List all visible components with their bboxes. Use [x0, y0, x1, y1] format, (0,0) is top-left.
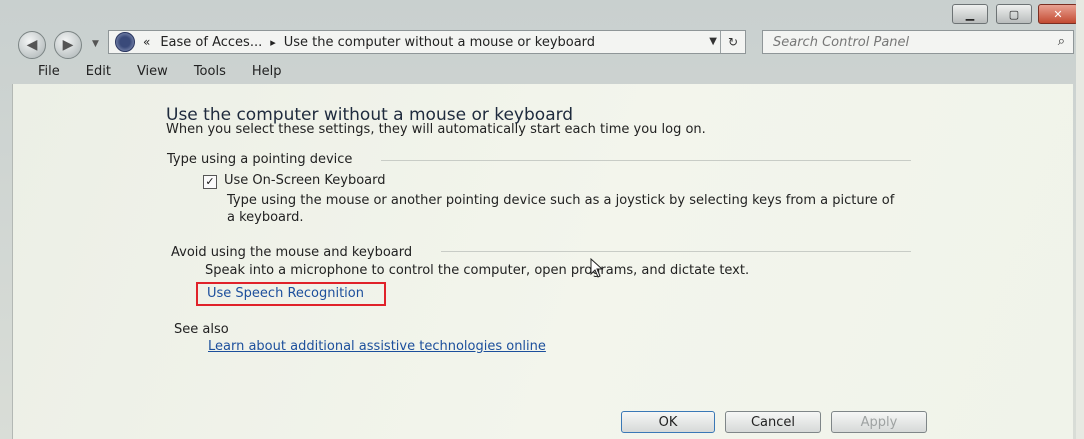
breadcrumb-current[interactable]: Use the computer without a mouse or keyb… — [284, 35, 595, 50]
breadcrumb-ease-of-access[interactable]: Ease of Acces... — [160, 35, 262, 50]
section-divider — [381, 160, 911, 161]
breadcrumb-overflow[interactable]: « — [143, 35, 150, 49]
pointing-device-description-line2: a keyboard. — [227, 210, 304, 225]
recent-pages-dropdown-icon[interactable]: ▼ — [92, 39, 99, 49]
address-dropdown-icon[interactable]: ▼ — [709, 36, 717, 47]
on-screen-keyboard-label[interactable]: Use On-Screen Keyboard — [224, 173, 386, 188]
forward-arrow-icon: ▶ — [62, 37, 74, 53]
breadcrumb-separator-icon[interactable]: ▸ — [270, 36, 276, 49]
ok-button[interactable]: OK — [621, 411, 715, 433]
search-input[interactable]: Search Control Panel ⌕ — [762, 30, 1074, 54]
window-edge — [1076, 0, 1084, 439]
close-icon: ✕ — [1053, 7, 1063, 21]
pointing-device-description-line1: Type using the mouse or another pointing… — [227, 193, 895, 208]
apply-button[interactable]: Apply — [831, 411, 927, 433]
minimize-button[interactable]: ▁ — [952, 4, 988, 24]
search-icon[interactable]: ⌕ — [1058, 34, 1065, 49]
speech-description: Speak into a microphone to control the c… — [205, 263, 750, 278]
checkmark-icon: ✓ — [205, 175, 215, 188]
cancel-button[interactable]: Cancel — [725, 411, 821, 433]
menu-tools[interactable]: Tools — [194, 64, 226, 79]
close-button[interactable]: ✕ — [1038, 4, 1078, 24]
control-panel-window: ▁ ▢ ✕ ◀ ▶ ▼ « Ease of Acces... ▸ Use the… — [0, 0, 1084, 439]
menu-bar: File Edit View Tools Help — [12, 60, 1084, 82]
section-heading-avoid-mouse: Avoid using the mouse and keyboard — [171, 245, 413, 260]
refresh-icon: ↻ — [727, 35, 739, 49]
menu-edit[interactable]: Edit — [86, 64, 111, 79]
speech-recognition-link[interactable]: Use Speech Recognition — [207, 286, 364, 301]
maximize-button[interactable]: ▢ — [996, 4, 1032, 24]
menu-help[interactable]: Help — [252, 64, 282, 79]
assistive-technologies-link[interactable]: Learn about additional assistive technol… — [208, 339, 546, 354]
search-placeholder: Search Control Panel — [773, 34, 910, 50]
refresh-button[interactable]: ↻ — [720, 31, 745, 53]
section-heading-pointing-device: Type using a pointing device — [167, 152, 353, 167]
back-arrow-icon: ◀ — [26, 37, 38, 53]
page-subtitle: When you select these settings, they wil… — [166, 122, 706, 137]
mouse-pointer-icon — [590, 258, 604, 278]
back-button[interactable]: ◀ — [18, 31, 46, 59]
control-panel-icon — [115, 32, 135, 52]
maximize-icon: ▢ — [1008, 7, 1020, 21]
menu-view[interactable]: View — [137, 64, 168, 79]
minimize-icon: ▁ — [965, 7, 975, 21]
menu-file[interactable]: File — [38, 64, 60, 79]
section-divider — [441, 251, 911, 252]
address-bar[interactable]: « Ease of Acces... ▸ Use the computer wi… — [108, 30, 746, 54]
content-pane: Use the computer without a mouse or keyb… — [12, 84, 1073, 439]
see-also-heading: See also — [174, 322, 229, 337]
title-bar: ▁ ▢ ✕ — [0, 0, 1084, 26]
navigation-row: ◀ ▶ ▼ « Ease of Acces... ▸ Use the compu… — [0, 28, 1084, 59]
forward-button[interactable]: ▶ — [54, 31, 82, 59]
on-screen-keyboard-checkbox[interactable]: ✓ — [203, 175, 217, 189]
